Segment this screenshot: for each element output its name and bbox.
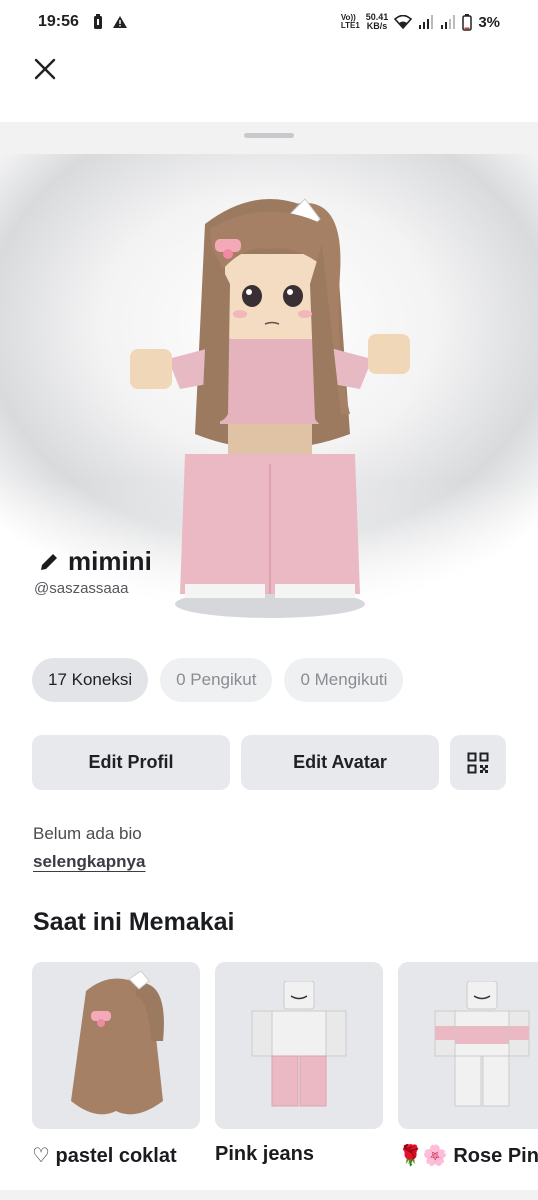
following-chip[interactable]: 0 Mengikuti — [284, 658, 404, 702]
volte-indicator: Vo)) LTE1 — [340, 13, 360, 30]
item-label: 🌹🌸 Rose Pink — [398, 1145, 538, 1167]
item-label: Pink jeans — [215, 1143, 314, 1165]
close-icon — [34, 58, 56, 80]
bottom-edge — [0, 1190, 538, 1200]
qr-code-button[interactable] — [450, 735, 506, 790]
wearing-item-shirt[interactable]: 🌹🌸 Rose Pink — [398, 962, 538, 1168]
stats-row: 17 Koneksi 0 Pengikut 0 Mengikuti — [32, 658, 404, 702]
bio-text: Belum ada bio — [33, 824, 142, 843]
edit-avatar-button[interactable]: Edit Avatar — [241, 735, 439, 790]
status-time: 19:56 — [38, 13, 79, 30]
profile-actions: Edit Profil Edit Avatar — [32, 735, 506, 790]
edit-profile-button[interactable]: Edit Profil — [32, 735, 230, 790]
hair-accessory-thumbnail — [71, 970, 164, 1114]
wearing-item-pants[interactable]: Pink jeans — [215, 962, 383, 1166]
username-handle: @saszassaaa — [34, 580, 129, 597]
wearing-item-hair[interactable]: ♡ pastel coklat — [32, 962, 200, 1168]
see-more-link[interactable]: selengkapnya — [33, 852, 145, 872]
display-name: mimini — [68, 546, 152, 576]
drag-handle[interactable] — [244, 133, 294, 138]
sheet-header — [0, 122, 538, 154]
item-thumbnail — [215, 962, 383, 1129]
status-bar: 19:56 Vo)) LTE1 50.41 KB/s 3% — [0, 0, 538, 44]
followers-chip[interactable]: 0 Pengikut — [160, 658, 273, 702]
warning-icon — [112, 16, 127, 28]
signal-icon-1 — [419, 15, 434, 29]
shirt-thumbnail — [434, 980, 530, 1106]
item-label: ♡ pastel coklat — [32, 1145, 177, 1167]
item-thumbnail — [32, 962, 200, 1129]
pencil-icon[interactable] — [38, 551, 60, 573]
wifi-icon — [394, 15, 413, 29]
currently-wearing-title: Saat ini Memakai — [33, 908, 235, 936]
signal-icon-2 — [441, 15, 456, 29]
wearing-carousel[interactable]: ♡ pastel coklat Pink jeans 🌹🌸 Rose Pink — [32, 962, 538, 1177]
item-thumbnail — [398, 962, 538, 1129]
battery-percent: 3% — [478, 13, 500, 31]
pants-thumbnail — [251, 980, 347, 1106]
display-name-row[interactable]: mimini — [38, 546, 152, 577]
avatar-3d-render — [130, 198, 410, 618]
battery-icon — [462, 13, 473, 31]
close-button[interactable] — [28, 52, 62, 86]
net-speed: 50.41 KB/s — [365, 12, 389, 31]
connections-chip[interactable]: 17 Koneksi — [32, 658, 149, 702]
qr-code-icon — [467, 752, 489, 773]
battery-saver-icon — [93, 14, 102, 29]
